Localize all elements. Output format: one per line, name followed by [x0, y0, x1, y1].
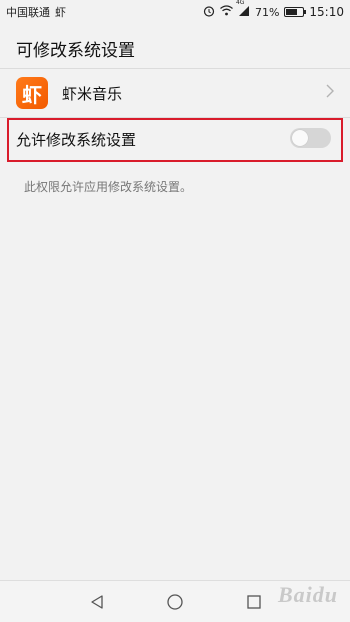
home-circle-icon[interactable]: [164, 591, 186, 613]
recents-square-icon[interactable]: [243, 591, 265, 613]
clock: 15:10: [309, 5, 344, 19]
watermark-text: Baidu: [277, 582, 338, 607]
app-row[interactable]: 虾 虾米音乐: [0, 71, 350, 115]
highlight-annotation-box: [7, 118, 343, 162]
notification-app-icon: 虾: [55, 6, 66, 19]
status-bar-right: 4G 71% 15:10: [203, 0, 344, 20]
page-title: 可修改系统设置: [16, 41, 135, 61]
wifi-icon: [220, 5, 233, 19]
chevron-right-icon: [326, 83, 334, 102]
header-divider: [0, 68, 350, 69]
status-bar-left: 中国联通 虾: [6, 4, 66, 20]
signal-icon: 4G: [236, 0, 250, 19]
battery-percent: 71%: [254, 5, 280, 19]
alarm-icon: [203, 5, 215, 20]
app-name: 虾米音乐: [62, 85, 123, 103]
network-type-label: 4G: [235, 0, 245, 6]
battery-fill: [286, 9, 298, 15]
app-icon-glyph: 虾: [22, 82, 42, 107]
permission-description: 此权限允许应用修改系统设置。: [24, 180, 193, 194]
back-triangle-icon[interactable]: [86, 591, 108, 613]
carrier-label: 中国联通: [6, 6, 50, 19]
status-bar: 中国联通 虾 4G 71% 15:10: [0, 0, 350, 24]
battery-icon: [284, 7, 307, 17]
baidu-watermark: Baidu: [278, 582, 338, 608]
xiami-app-icon: 虾: [16, 77, 48, 109]
